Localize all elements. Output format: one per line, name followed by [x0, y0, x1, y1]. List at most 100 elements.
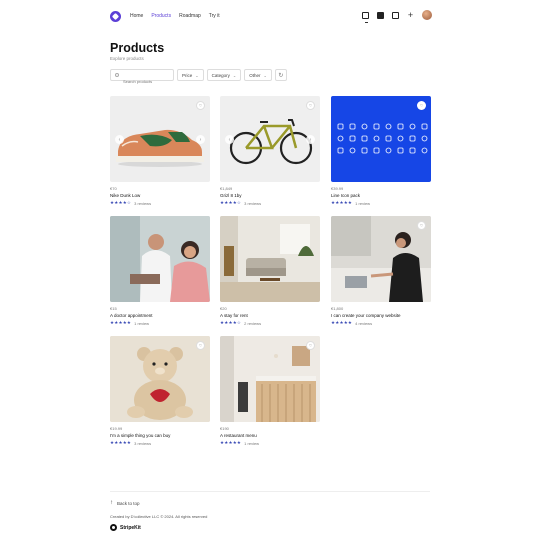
prev-image-button[interactable]: ‹	[115, 135, 124, 144]
product-card[interactable]: €15 A doctor appointment ★★★★★ 1 review	[110, 216, 210, 326]
product-rating: ★★★★☆ 3 reviews	[110, 200, 210, 206]
review-count: 3 reviews	[134, 440, 152, 446]
page-title: Products	[110, 41, 165, 55]
product-image[interactable]: ♡	[110, 336, 210, 422]
icon-grid-image	[337, 123, 428, 154]
review-count: 2 reviews	[244, 320, 262, 326]
product-image[interactable]: ♡	[331, 96, 431, 182]
price-filter-label: Price	[182, 72, 193, 78]
product-name[interactable]: Grizl 8 1by	[220, 193, 320, 198]
heart-icon: ♡	[419, 223, 424, 228]
search-box	[110, 69, 174, 87]
chevron-right-icon: ›	[199, 136, 202, 143]
top-navbar: Home Products Roadmap Try it +	[110, 10, 432, 26]
product-name[interactable]: A restaurant menu	[220, 433, 320, 438]
heart-icon: ♡	[198, 103, 203, 108]
footer-divider	[110, 491, 430, 492]
favorite-button[interactable]: ♡	[306, 341, 315, 350]
product-card[interactable]: ♡ €190 A restaurant menu ★★★★★ 1 review	[220, 336, 320, 446]
star-icons: ★★★★★	[331, 200, 353, 205]
product-image[interactable]	[220, 216, 320, 302]
header-actions: +	[362, 10, 432, 23]
category-filter[interactable]: Category ⌄	[206, 69, 242, 81]
product-card[interactable]: ♡ ‹ › €1,849 Grizl 8 1by ★★★★☆ 3 reviews	[220, 96, 320, 206]
back-to-top-link[interactable]: ↑ Back to top	[110, 500, 140, 506]
product-rating: ★★★★☆ 3 reviews	[220, 200, 320, 206]
category-filter-label: Category	[211, 72, 230, 78]
review-count: 3 reviews	[134, 200, 152, 206]
chevron-down-icon: ⌄	[195, 72, 199, 78]
product-rating: ★★★★★ 1 review	[331, 200, 431, 206]
price-filter[interactable]: Price ⌄	[177, 69, 204, 81]
nav-home[interactable]: Home	[130, 13, 143, 19]
heart-icon: ♡	[419, 103, 424, 108]
star-icons: ★★★★☆	[110, 200, 132, 205]
favorite-button[interactable]: ♡	[306, 101, 315, 110]
product-card[interactable]: ♡ €39.99 Line Icon pack ★★★★★ 1 review	[331, 96, 431, 206]
chevron-down-icon: ⌄	[263, 72, 267, 78]
filter-bar: Price ⌄ Category ⌄ Other ⌄ ↻	[110, 69, 287, 87]
product-price: €39.99	[331, 186, 344, 191]
plus-icon[interactable]: +	[407, 10, 414, 19]
product-name[interactable]: Line Icon pack	[331, 193, 431, 198]
chevron-down-icon: ⌄	[232, 72, 237, 78]
favorite-button[interactable]: ♡	[417, 221, 426, 230]
page-subtitle: Explore products	[110, 56, 144, 61]
product-name[interactable]: I'm a simple thing you can buy	[110, 433, 210, 438]
product-image[interactable]: ♡	[331, 216, 431, 302]
sneaker-image	[116, 129, 204, 167]
favorite-button[interactable]: ♡	[196, 341, 205, 350]
star-icons: ★★★★★	[110, 440, 132, 445]
product-name[interactable]: I can create your company website	[331, 313, 431, 318]
product-card[interactable]: ♡ €1,800 I can create your company websi…	[331, 216, 431, 326]
heart-icon: ♡	[308, 343, 313, 348]
monitor-icon[interactable]	[362, 11, 369, 23]
refresh-icon: ↻	[278, 72, 284, 79]
product-name[interactable]: A stay for rent	[220, 313, 320, 318]
review-count: 1 review	[244, 440, 260, 446]
star-icons: ★★★★★	[220, 440, 242, 445]
other-filter-label: Other	[249, 72, 261, 78]
product-card[interactable]: ♡ ‹ › €70 Nike Dunk Low ★★★★☆ 3 reviews	[110, 96, 210, 206]
product-image[interactable]: ♡ ‹ ›	[220, 96, 320, 182]
prev-image-button[interactable]: ‹	[225, 135, 234, 144]
nav-products[interactable]: Products	[151, 13, 171, 19]
footer-brand[interactable]: StripeKit	[110, 524, 141, 531]
favorite-button[interactable]: ♡	[417, 101, 426, 110]
next-image-button[interactable]: ›	[196, 135, 205, 144]
nav-try-it[interactable]: Try it	[209, 13, 220, 19]
living-room-photo	[220, 216, 320, 302]
calendar-icon[interactable]	[392, 11, 399, 19]
favorite-button[interactable]: ♡	[196, 101, 205, 110]
brand-logo-icon	[110, 524, 117, 531]
other-filter[interactable]: Other ⌄	[244, 69, 272, 81]
product-price: €1,800	[331, 306, 344, 311]
product-card[interactable]: ♡ €19.99 I'm a simple thing you can buy …	[110, 336, 210, 446]
product-name[interactable]: A doctor appointment	[110, 313, 210, 318]
next-image-button[interactable]: ›	[306, 135, 315, 144]
product-name[interactable]: Nike Dunk Low	[110, 193, 210, 198]
person-laptop-photo	[331, 216, 431, 302]
product-image[interactable]	[110, 216, 210, 302]
product-rating: ★★★★★ 1 review	[110, 320, 210, 326]
reset-filters-button[interactable]: ↻	[274, 69, 287, 81]
doctor-photo	[110, 216, 210, 302]
star-icons: ★★★★★	[331, 320, 353, 325]
search-icon	[115, 73, 119, 77]
product-image[interactable]: ♡	[220, 336, 320, 422]
logo-icon[interactable]	[110, 11, 121, 22]
product-rating: ★★★★☆ 2 reviews	[220, 320, 320, 326]
nav-roadmap[interactable]: Roadmap	[179, 13, 201, 19]
avatar[interactable]	[422, 10, 432, 20]
back-to-top-label: Back to top	[117, 500, 140, 506]
product-price: €15	[110, 306, 117, 311]
search-input[interactable]	[111, 76, 173, 87]
heart-icon: ♡	[198, 343, 203, 348]
star-icons: ★★★★☆	[220, 200, 242, 205]
chevron-right-icon: ›	[309, 136, 312, 143]
product-card[interactable]: €20 A stay for rent ★★★★☆ 2 reviews	[220, 216, 320, 326]
restaurant-photo	[220, 336, 320, 422]
product-rating: ★★★★★ 4 reviews	[331, 320, 431, 326]
image-icon[interactable]	[377, 11, 384, 19]
product-image[interactable]: ♡ ‹ ›	[110, 96, 210, 182]
